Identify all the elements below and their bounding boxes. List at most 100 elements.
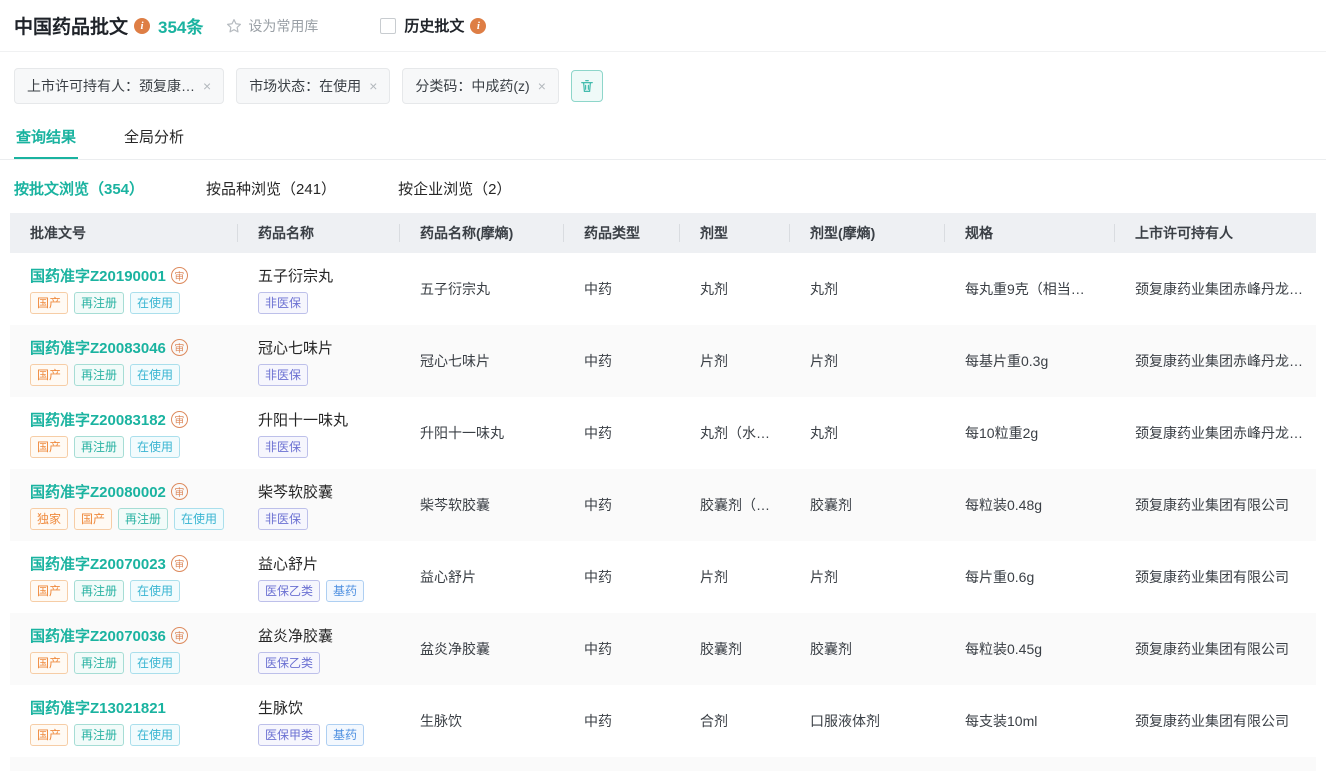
insurance-badges: 非医保 xyxy=(258,364,400,386)
top-bar: 中国药品批文 i 354条 设为常用库 历史批文 i xyxy=(0,0,1326,52)
dosage-form-moxie: 口服液体剂 xyxy=(790,711,945,731)
badge-基药: 基药 xyxy=(326,580,364,602)
approval-cell: 国药准字Z20070036 审 国产再注册在使用 xyxy=(10,625,238,674)
approval-number-link[interactable]: 国药准字Z20080002 xyxy=(30,481,166,502)
specification: 每丸重9克（相当… xyxy=(945,279,1115,299)
specification: 每粒装0.48g xyxy=(945,495,1115,515)
badge-非医保: 非医保 xyxy=(258,436,308,458)
badge-再注册: 再注册 xyxy=(74,436,124,458)
info-icon[interactable]: i xyxy=(134,18,150,34)
drug-name-moxie: 盆炎净胶囊 xyxy=(400,639,564,659)
table-row[interactable]: 国药准字Z13021821 国产再注册在使用 生脉饮 医保甲类基药 生脉饮 中药… xyxy=(10,685,1316,757)
badge-医保乙类: 医保乙类 xyxy=(258,652,320,674)
approval-number-link[interactable]: 国药准字Z20083046 xyxy=(30,337,166,358)
drug-name: 生脉饮 xyxy=(258,697,400,718)
status-badges: 国产再注册在使用 xyxy=(30,580,238,602)
drug-name-cell: 升阳十一味丸 非医保 xyxy=(238,409,400,458)
trash-icon xyxy=(579,78,595,94)
history-filter: 历史批文 i xyxy=(380,15,486,36)
badge-医保乙类: 医保乙类 xyxy=(258,580,320,602)
filter-tag[interactable]: 分类码：中成药(z) × xyxy=(402,68,559,104)
set-favorite-button[interactable]: 设为常用库 xyxy=(225,16,318,36)
insurance-badges: 非医保 xyxy=(258,508,400,530)
specification: 每支装10ml xyxy=(945,711,1115,731)
column-header-7: 上市许可持有人 xyxy=(1115,223,1316,243)
drug-type: 中药 xyxy=(564,495,680,515)
close-icon[interactable]: × xyxy=(369,79,377,93)
dosage-form-moxie: 丸剂 xyxy=(790,423,945,443)
approval-cell: 国药准字Z20070023 审 国产再注册在使用 xyxy=(10,553,238,602)
status-badges: 国产再注册在使用 xyxy=(30,652,238,674)
drug-name: 盆炎净胶囊 xyxy=(258,625,400,646)
dosage-form-moxie: 胶囊剂 xyxy=(790,495,945,515)
badge-基药: 基药 xyxy=(326,724,364,746)
drug-name-cell: 盆炎净胶囊 医保乙类 xyxy=(238,625,400,674)
approval-cell: 国药准字Z13021821 国产再注册在使用 xyxy=(10,697,238,746)
filter-tag[interactable]: 市场状态：在使用 × xyxy=(236,68,390,104)
approval-number-link[interactable]: 国药准字Z20190001 xyxy=(30,265,166,286)
insurance-badges: 医保乙类 xyxy=(258,652,400,674)
badge-在使用: 在使用 xyxy=(130,292,180,314)
table-row[interactable]: 国药准字Z20083182 审 国产再注册在使用 升阳十一味丸 非医保 升阳十一… xyxy=(10,397,1316,469)
sub-tabs: 按批文浏览（354） 按品种浏览（241） 按企业浏览（2） xyxy=(0,160,1326,213)
table-row[interactable]: 国药准字Z20083046 审 国产再注册在使用 冠心七味片 非医保 冠心七味片… xyxy=(10,325,1316,397)
specification: 每基片重0.3g xyxy=(945,351,1115,371)
drug-name-cell: 柴芩软胶囊 非医保 xyxy=(238,481,400,530)
dosage-form-moxie: 片剂 xyxy=(790,351,945,371)
audit-icon: 审 xyxy=(171,267,188,284)
main-tabs: 查询结果 全局分析 xyxy=(0,118,1326,160)
clear-filters-button[interactable] xyxy=(571,70,603,102)
approval-cell: 国药准字Z20080002 审 独家国产再注册在使用 xyxy=(10,481,238,530)
drug-name-moxie: 升阳十一味丸 xyxy=(400,423,564,443)
approval-number-link[interactable]: 国药准字Z20070023 xyxy=(30,553,166,574)
tab-查询结果[interactable]: 查询结果 xyxy=(14,118,78,159)
table-header: 批准文号药品名称药品名称(摩熵)药品类型剂型剂型(摩熵)规格上市许可持有人 xyxy=(10,213,1316,253)
subtab-按批文浏览（354）[interactable]: 按批文浏览（354） xyxy=(14,178,144,199)
history-info-icon[interactable]: i xyxy=(470,18,486,34)
badge-再注册: 再注册 xyxy=(118,508,168,530)
page-title: 中国药品批文 xyxy=(14,12,128,39)
badge-非医保: 非医保 xyxy=(258,508,308,530)
audit-icon: 审 xyxy=(171,411,188,428)
insurance-badges: 医保甲类基药 xyxy=(258,724,400,746)
insurance-badges: 非医保 xyxy=(258,292,400,314)
drug-type: 中药 xyxy=(564,279,680,299)
drug-name: 益心舒片 xyxy=(258,553,400,574)
badge-国产: 国产 xyxy=(30,292,68,314)
table-row[interactable]: 国药准字Z20070023 审 国产再注册在使用 益心舒片 医保乙类基药 益心舒… xyxy=(10,541,1316,613)
drug-name-cell: 冠心七味片 非医保 xyxy=(238,337,400,386)
insurance-badges: 医保乙类基药 xyxy=(258,580,400,602)
badge-再注册: 再注册 xyxy=(74,724,124,746)
result-count: 354条 xyxy=(158,13,203,38)
insurance-badges: 非医保 xyxy=(258,436,400,458)
filter-tag[interactable]: 上市许可持有人：颈复康… × xyxy=(14,68,224,104)
dosage-form: 胶囊剂（… xyxy=(680,495,790,515)
approval-number-link[interactable]: 国药准字Z13021821 xyxy=(30,697,166,718)
approval-cell: 国药准字Z20083182 审 国产再注册在使用 xyxy=(10,409,238,458)
close-icon[interactable]: × xyxy=(538,79,546,93)
badge-国产: 国产 xyxy=(30,436,68,458)
drug-type: 中药 xyxy=(564,351,680,371)
history-checkbox[interactable] xyxy=(380,18,396,34)
dosage-form-moxie: 胶囊剂 xyxy=(790,639,945,659)
subtab-按品种浏览（241）[interactable]: 按品种浏览（241） xyxy=(206,178,336,199)
badge-在使用: 在使用 xyxy=(130,724,180,746)
drug-name: 冠心七味片 xyxy=(258,337,400,358)
close-icon[interactable]: × xyxy=(203,79,211,93)
badge-非医保: 非医保 xyxy=(258,292,308,314)
table-row[interactable]: 国药准字Z20070036 审 国产再注册在使用 盆炎净胶囊 医保乙类 盆炎净胶… xyxy=(10,613,1316,685)
table-row[interactable]: 国药准字Z20190001 审 国产再注册在使用 五子衍宗丸 非医保 五子衍宗丸… xyxy=(10,253,1316,325)
badge-国产: 国产 xyxy=(30,580,68,602)
license-holder: 颈复康药业集团赤峰丹龙… xyxy=(1115,423,1316,443)
license-holder: 颈复康药业集团有限公司 xyxy=(1115,567,1316,587)
approval-cell: 国药准字Z20190001 审 国产再注册在使用 xyxy=(10,265,238,314)
approval-number-link[interactable]: 国药准字Z20070036 xyxy=(30,625,166,646)
tab-全局分析[interactable]: 全局分析 xyxy=(122,118,186,159)
approval-number-link[interactable]: 国药准字Z20083182 xyxy=(30,409,166,430)
subtab-按企业浏览（2）[interactable]: 按企业浏览（2） xyxy=(398,178,511,199)
license-holder: 颈复康药业集团赤峰丹龙… xyxy=(1115,351,1316,371)
column-header-1: 药品名称 xyxy=(238,223,400,243)
table-row[interactable]: 国药准字Z20080002 审 独家国产再注册在使用 柴芩软胶囊 非医保 柴芩软… xyxy=(10,469,1316,541)
audit-icon: 审 xyxy=(171,627,188,644)
drug-name-cell: 生脉饮 医保甲类基药 xyxy=(238,697,400,746)
